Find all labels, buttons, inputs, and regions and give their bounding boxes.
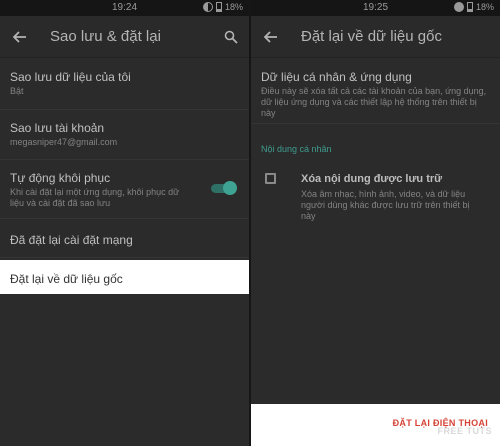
back-button[interactable] [0,16,40,58]
item-subtitle: Bật [10,86,24,96]
status-icons: 18% [202,2,243,12]
battery-percent: 18% [224,2,243,12]
item-subtitle: megasniper47@gmail.com [10,137,118,147]
factory-reset-screen: 19:25 18% Đặt lại về dữ liệu gốc Dữ liệu… [251,0,500,446]
bottom-action-bar: FREE TUTS ĐẶT LẠI ĐIỆN THOẠI [251,404,500,446]
personal-data-info: Dữ liệu cá nhân & ứng dụng Điều này sẽ x… [251,58,500,124]
status-bar: 19:24 18% [0,0,249,16]
option-title: Xóa nội dung được lưu trữ [301,173,443,185]
search-button[interactable] [213,16,249,58]
auto-restore-item[interactable]: Tự động khôi phục Khi cài đặt lại một ứn… [0,160,249,219]
app-bar: Sao lưu & đặt lại [0,16,249,58]
erase-storage-checkbox[interactable] [265,173,276,184]
item-title: Đã đặt lại cài đặt mạng [10,233,133,247]
data-saver-icon [202,2,213,12]
item-title: Sao lưu dữ liệu của tôi [10,70,131,84]
back-button[interactable] [251,16,291,58]
network-reset-item[interactable]: Đã đặt lại cài đặt mạng [0,219,249,258]
search-icon [224,30,238,44]
data-saver-icon [453,2,464,12]
item-subtitle: Khi cài đặt lại một ứng dụng, khôi phục … [10,187,180,208]
page-title: Sao lưu & đặt lại [50,28,161,45]
status-bar: 19:25 18% [251,0,500,16]
item-title: Sao lưu tài khoản [10,121,105,135]
back-arrow-icon [264,30,277,43]
auto-restore-toggle[interactable] [211,181,237,195]
item-title: Đặt lại về dữ liệu gốc [10,272,123,286]
backup-account-item[interactable]: Sao lưu tài khoản megasniper47@gmail.com [0,110,249,160]
section-header: Nội dung cá nhân [261,144,332,154]
item-subtitle: Điều này sẽ xóa tất cả các tài khoản của… [261,86,487,118]
factory-reset-item[interactable]: Đặt lại về dữ liệu gốc [0,260,249,294]
item-title: Tự động khôi phục [10,171,111,185]
item-title: Dữ liệu cá nhân & ứng dụng [261,70,412,84]
app-bar: Đặt lại về dữ liệu gốc [251,16,500,58]
backup-reset-screen: 19:24 18% Sao lưu & đặt lại Sao lưu dữ l… [0,0,249,446]
backup-my-data-item[interactable]: Sao lưu dữ liệu của tôi Bật [0,58,249,110]
battery-icon [466,2,473,12]
page-title: Đặt lại về dữ liệu gốc [301,28,442,45]
erase-storage-option[interactable]: Xóa nội dung được lưu trữ Xóa âm nhạc, h… [251,160,500,232]
option-subtitle: Xóa âm nhạc, hình ảnh, video, và dữ liệu… [301,189,470,221]
battery-icon [215,2,222,12]
status-icons: 18% [453,2,494,12]
reset-phone-button[interactable]: ĐẶT LẠI ĐIỆN THOẠI [393,418,488,428]
back-arrow-icon [13,30,26,43]
battery-percent: 18% [475,2,494,12]
toggle-thumb [223,181,237,195]
